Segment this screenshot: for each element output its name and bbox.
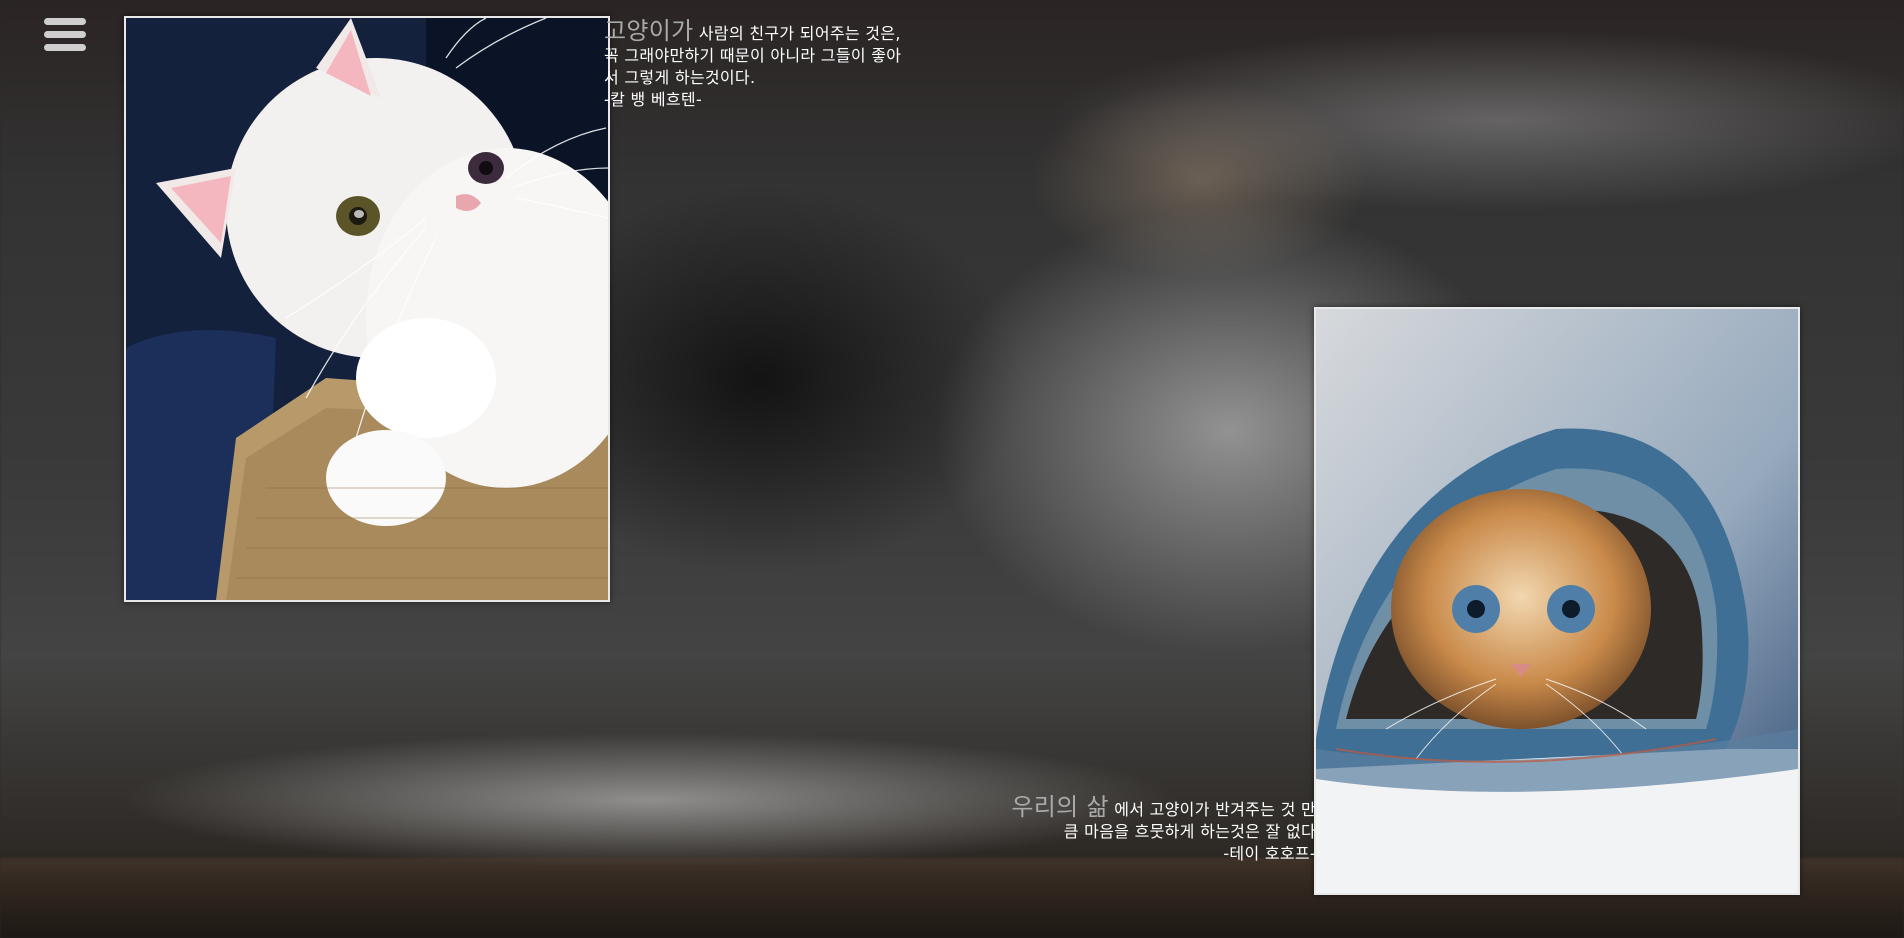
quote-top-author: -칼 뱅 베흐텐- [604,90,703,109]
menu-bar-bottom [44,44,86,51]
jeans-kitten-photo [1314,307,1800,895]
menu-bar-middle [44,31,86,38]
page: 고양이가 사람의 친구가 되어주는 것은, 꼭 그래야만하기 때문이 아니라 그… [0,0,1904,938]
quote-top-text: 고양이가 사람의 친구가 되어주는 것은, 꼭 그래야만하기 때문이 아니라 그… [604,17,904,89]
jeans-kitten-image [1316,309,1798,893]
quote-bottom-author: -테이 호호프- [1223,844,1316,863]
quote-bottom-text: 우리의 삶 에서 고양이가 반겨주는 것 만큼 마음을 흐뭇하게 하는것은 잘 … [1000,793,1316,843]
white-kitten-image [126,18,608,600]
quote-bottom: 우리의 삶 에서 고양이가 반겨주는 것 만큼 마음을 흐뭇하게 하는것은 잘 … [1000,793,1316,865]
menu-bar-top [44,18,86,25]
quote-top: 고양이가 사람의 친구가 되어주는 것은, 꼭 그래야만하기 때문이 아니라 그… [604,17,904,111]
quote-top-lead: 고양이가 [604,17,694,45]
white-kitten-photo [124,16,610,602]
hamburger-menu-icon[interactable] [44,18,88,52]
quote-bottom-lead: 우리의 삶 [1011,793,1109,821]
